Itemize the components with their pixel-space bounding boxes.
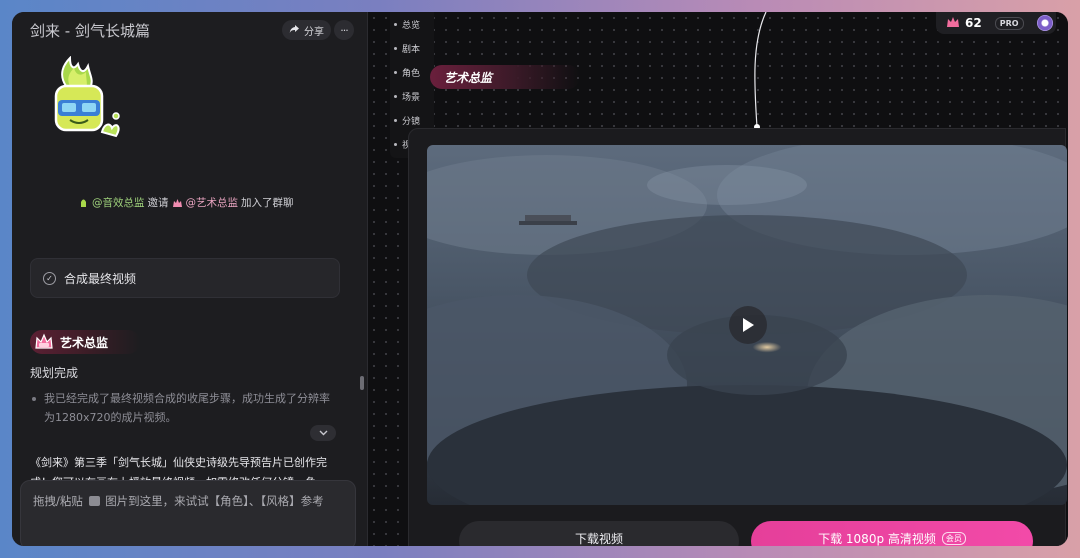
chevron-down-icon (319, 429, 328, 438)
art-director-avatar-icon (172, 197, 183, 208)
join-notice: @音效总监 邀请 @艺术总监 加入了群聊 (78, 195, 294, 210)
scrollbar[interactable] (360, 376, 364, 390)
credits-count: 62 (965, 16, 982, 30)
nav-dot (394, 95, 397, 98)
input-placeholder-after: 图片到这里，来试试【角色】、【风格】参考 (105, 494, 324, 508)
plan-status: 规划完成 (30, 366, 79, 380)
expand-button[interactable] (310, 425, 336, 441)
agent-name: 艺术总监 (60, 335, 109, 350)
nav-label: 角色 (402, 69, 421, 79)
bullet-dot (32, 397, 36, 401)
play-button[interactable] (729, 306, 767, 344)
download-video-button[interactable]: 下载视频 (459, 521, 739, 546)
image-icon (88, 496, 100, 506)
download-hd-label: 下载 1080p 高清视频 (818, 531, 936, 546)
nav-item-scenes[interactable]: 场景 (394, 90, 420, 103)
vip-badge: 会员 (941, 531, 966, 545)
credits-icon (946, 16, 960, 31)
nav-item-characters[interactable]: 角色 (394, 66, 420, 79)
nav-label: 分镜 (402, 117, 421, 127)
video-node: 下载视频 下载 1080p 高清视频 会员 (408, 128, 1067, 546)
video-preview[interactable] (427, 145, 1067, 505)
canvas-agent-tag: 艺术总监 (430, 65, 580, 89)
nav-dot (394, 143, 397, 146)
nav-dot (394, 23, 397, 26)
nav-label: 剧本 (402, 45, 421, 55)
nav-item-overview[interactable]: 总览 (394, 18, 420, 31)
account-status-bar: 62 PRO (936, 12, 1056, 34)
share-icon (289, 24, 300, 37)
user-avatar[interactable] (1036, 15, 1053, 31)
sound-director-avatar-icon (78, 197, 89, 208)
invitee-mention[interactable]: @艺术总监 (186, 195, 239, 210)
invite-action: 邀请 (147, 197, 169, 209)
play-icon (743, 318, 754, 332)
inviter-mention[interactable]: @音效总监 (92, 195, 145, 210)
nav-dot (394, 47, 397, 50)
task-label: 合成最终视频 (64, 271, 137, 286)
join-suffix: 加入了群聊 (241, 197, 294, 209)
chat-input[interactable]: 拖拽/粘贴 图片到这里，来试试【角色】、【风格】参考 (20, 480, 356, 546)
node-connector (754, 12, 767, 130)
nav-label: 场景 (402, 93, 421, 103)
share-button[interactable]: 分享 (282, 20, 331, 40)
check-icon: ✓ (43, 271, 56, 285)
more-options-button[interactable]: ··· (334, 20, 354, 40)
chat-header: 剑来 - 剑气长城篇 分享 ··· (12, 12, 368, 48)
input-placeholder-before: 拖拽/粘贴 (33, 494, 83, 508)
app-window: 剑来 - 剑气长城篇 分享 ··· @音效总监 邀请 @艺术总监 加入了群聊 ✓… (12, 12, 1068, 546)
result-bullet: 我已经完成了最终视频合成的收尾步骤，成功生成了分辨率为1280x720的成片视频… (32, 389, 332, 427)
pro-badge[interactable]: PRO (994, 16, 1024, 30)
nav-item-storyboard[interactable]: 分镜 (394, 114, 420, 127)
canvas-area[interactable]: 总览 剧本 角色 场景 分镜 视频 艺术总监 (368, 12, 1068, 546)
nav-dot (394, 71, 397, 74)
chat-panel: 剑来 - 剑气长城篇 分享 ··· @音效总监 邀请 @艺术总监 加入了群聊 ✓… (12, 12, 368, 546)
page-title: 剑来 - 剑气长城篇 (30, 22, 150, 40)
nav-label: 总览 (402, 21, 421, 31)
agent-name-tag: 艺术总监 (30, 330, 140, 354)
nav-item-script[interactable]: 剧本 (394, 42, 420, 55)
nav-dot (394, 119, 397, 122)
bullet-text: 我已经完成了最终视频合成的收尾步骤，成功生成了分辨率为1280x720的成片视频… (44, 392, 330, 424)
task-card[interactable]: ✓ 合成最终视频 (30, 258, 340, 298)
share-label: 分享 (304, 26, 324, 38)
download-hd-video-button[interactable]: 下载 1080p 高清视频 会员 (751, 521, 1033, 546)
crown-avatar-icon (34, 332, 54, 353)
agent-avatar-illustration (44, 55, 124, 146)
